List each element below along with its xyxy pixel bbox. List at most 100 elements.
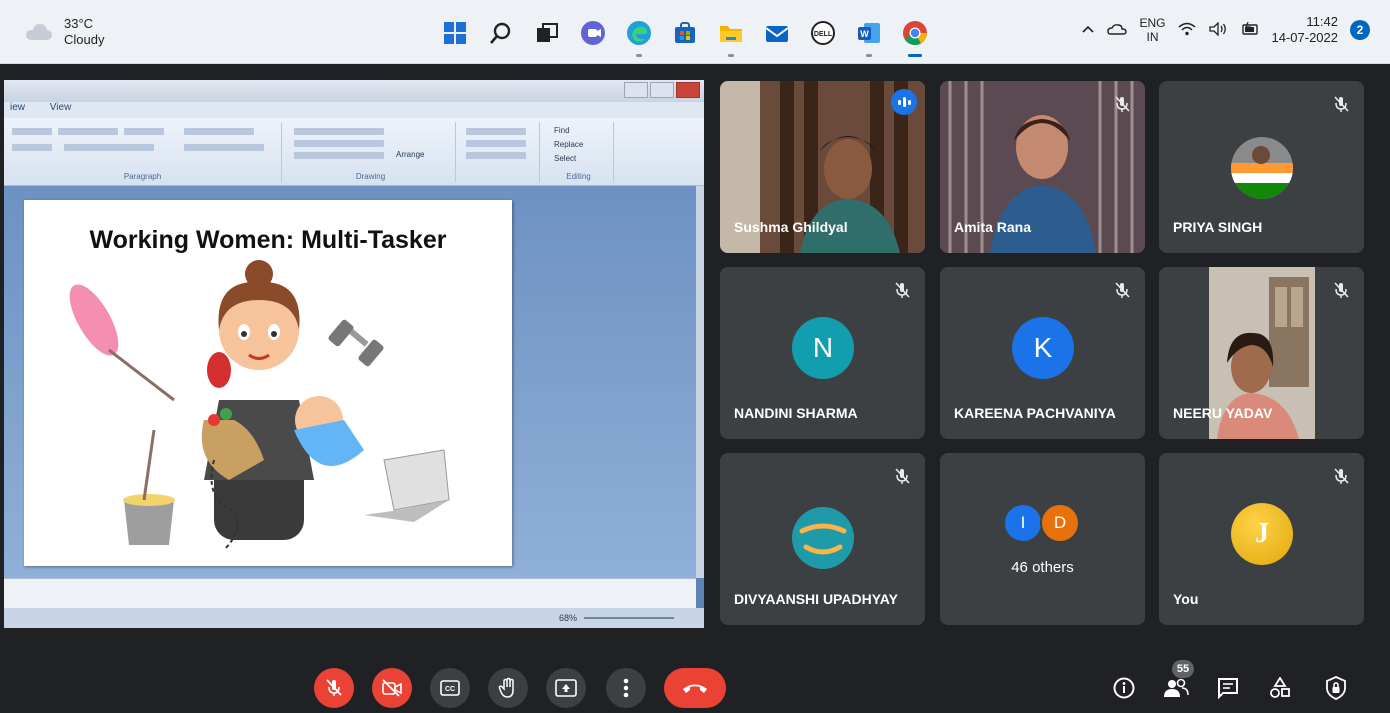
task-view-icon[interactable] (532, 18, 562, 48)
taskbar-apps: DELL W (440, 18, 930, 57)
windows-start-icon[interactable] (440, 18, 470, 48)
ribbon-group-drawing: Arrange Drawing (286, 122, 456, 182)
search-icon[interactable] (486, 18, 516, 48)
maximize-button[interactable] (650, 82, 674, 98)
participant-name: KAREENA PACHVANIYA (954, 405, 1116, 421)
captions-icon: CC (440, 680, 460, 696)
wifi-icon[interactable] (1178, 22, 1196, 39)
mic-off-icon (1109, 277, 1135, 303)
participant-name: Sushma Ghildyal (734, 219, 848, 235)
captions-button[interactable]: CC (430, 668, 470, 708)
zoom-slider[interactable] (584, 617, 674, 619)
raise-hand-icon (498, 677, 514, 698)
minimize-button[interactable] (624, 82, 648, 98)
group-label-editing: Editing (566, 172, 591, 181)
group-label-paragraph: Paragraph (123, 172, 162, 181)
edge-icon[interactable] (624, 18, 654, 57)
close-button[interactable] (676, 82, 700, 98)
end-call-button[interactable] (664, 668, 726, 708)
arrange-button[interactable]: Arrange (396, 150, 424, 159)
participant-name: NANDINI SHARMA (734, 405, 858, 421)
chat-button[interactable] (1214, 674, 1242, 702)
zoom-level: 68% (559, 613, 578, 623)
system-tray: ENG IN 11:42 14-07-2022 2 (1081, 14, 1370, 46)
host-controls-button[interactable] (1322, 674, 1350, 702)
participant-tile-neeru[interactable]: NEERU YADAV (1159, 267, 1364, 439)
mic-off-icon (1328, 463, 1354, 489)
weather-widget[interactable]: 33°C Cloudy (24, 16, 104, 48)
activities-button[interactable] (1266, 674, 1294, 702)
participant-tile-amita[interactable]: Amita Rana (940, 81, 1145, 253)
mic-off-icon (1109, 91, 1135, 117)
participant-tile-divyaanshi[interactable]: DIVYAANSHI UPADHYAY (720, 453, 925, 625)
file-explorer-icon[interactable] (716, 18, 746, 57)
word-icon[interactable]: W (854, 18, 884, 57)
clock-time: 11:42 (1306, 14, 1338, 29)
language-indicator[interactable]: ENG IN (1139, 16, 1165, 44)
activities-icon (1270, 677, 1290, 698)
svg-text:W: W (860, 29, 869, 39)
volume-icon[interactable] (1208, 20, 1228, 39)
present-button[interactable] (546, 668, 586, 708)
camera-toggle-button[interactable] (372, 668, 412, 708)
speaking-indicator-icon (891, 89, 917, 115)
store-icon[interactable] (670, 18, 700, 48)
clock[interactable]: 11:42 14-07-2022 (1272, 14, 1339, 46)
participant-avatar: K (1012, 317, 1074, 379)
clock-date: 14-07-2022 (1271, 30, 1339, 45)
participant-avatar: N (792, 317, 854, 379)
group-label-drawing: Drawing (355, 172, 386, 181)
participant-tile-you[interactable]: J You (1159, 453, 1364, 625)
teams-chat-icon[interactable] (578, 18, 608, 48)
mic-off-icon (326, 679, 342, 696)
info-icon (1113, 677, 1135, 699)
vertical-scrollbar[interactable] (696, 186, 704, 578)
weather-temperature: 33°C (64, 16, 94, 31)
chat-icon (1218, 678, 1238, 699)
ribbon-tab-review[interactable]: iew (10, 102, 25, 113)
svg-text:DELL: DELL (814, 31, 833, 38)
more-vertical-icon (623, 678, 629, 698)
windows-taskbar: 33°C Cloudy DELL W ENG IN 11:42 14-07-20… (0, 0, 1390, 64)
find-button[interactable]: Find (554, 126, 570, 135)
more-options-button[interactable] (606, 668, 646, 708)
participant-tile-nandini[interactable]: N NANDINI SHARMA (720, 267, 925, 439)
mic-off-icon (1328, 91, 1354, 117)
others-avatar-2: D (1040, 503, 1080, 543)
replace-button[interactable]: Replace (554, 140, 583, 149)
select-button[interactable]: Select (554, 154, 576, 163)
battery-icon[interactable] (1240, 21, 1260, 39)
camera-off-icon (382, 679, 402, 697)
others-count-label: 46 others (1011, 559, 1074, 576)
participant-avatar: J (1231, 503, 1293, 565)
chevron-up-icon[interactable] (1081, 23, 1095, 37)
ribbon-tab-view[interactable]: View (50, 102, 72, 113)
people-button[interactable]: 55 (1162, 660, 1194, 702)
svg-text:CC: CC (445, 686, 455, 693)
ribbon-group-editing: Find Replace Select Editing (544, 122, 614, 182)
notification-badge[interactable]: 2 (1350, 20, 1370, 40)
slide-title: Working Women: Multi-Tasker (89, 226, 447, 254)
window-title-bar (4, 80, 704, 102)
mic-toggle-button[interactable] (314, 668, 354, 708)
participant-tile-sushma[interactable]: Sushma Ghildyal (720, 81, 925, 253)
ribbon-group-paragraph: Paragraph (4, 122, 282, 182)
multitasker-illustration (69, 260, 450, 551)
participant-tile-priya[interactable]: PRIYA SINGH (1159, 81, 1364, 253)
participant-name: DIVYAANSHI UPADHYAY (734, 591, 898, 607)
chrome-icon[interactable] (900, 18, 930, 57)
notes-pane[interactable] (4, 578, 696, 608)
raise-hand-button[interactable] (488, 668, 528, 708)
mic-off-icon (889, 277, 915, 303)
ribbon-group-shape-styles (460, 122, 540, 182)
meeting-info-button[interactable] (1110, 674, 1138, 702)
onedrive-cloud-icon[interactable] (1107, 23, 1128, 38)
participant-name: PRIYA SINGH (1173, 219, 1263, 235)
cloud-icon (24, 24, 54, 40)
participant-tile-kareena[interactable]: K KAREENA PACHVANIYA (940, 267, 1145, 439)
mail-icon[interactable] (762, 18, 792, 48)
ribbon: Paragraph Arrange Drawing Find Replace S… (4, 118, 704, 186)
participant-tile-others[interactable]: I D 46 others (940, 453, 1145, 625)
dell-icon[interactable]: DELL (808, 18, 838, 48)
meeting-controls: CC 55 (0, 650, 1390, 713)
